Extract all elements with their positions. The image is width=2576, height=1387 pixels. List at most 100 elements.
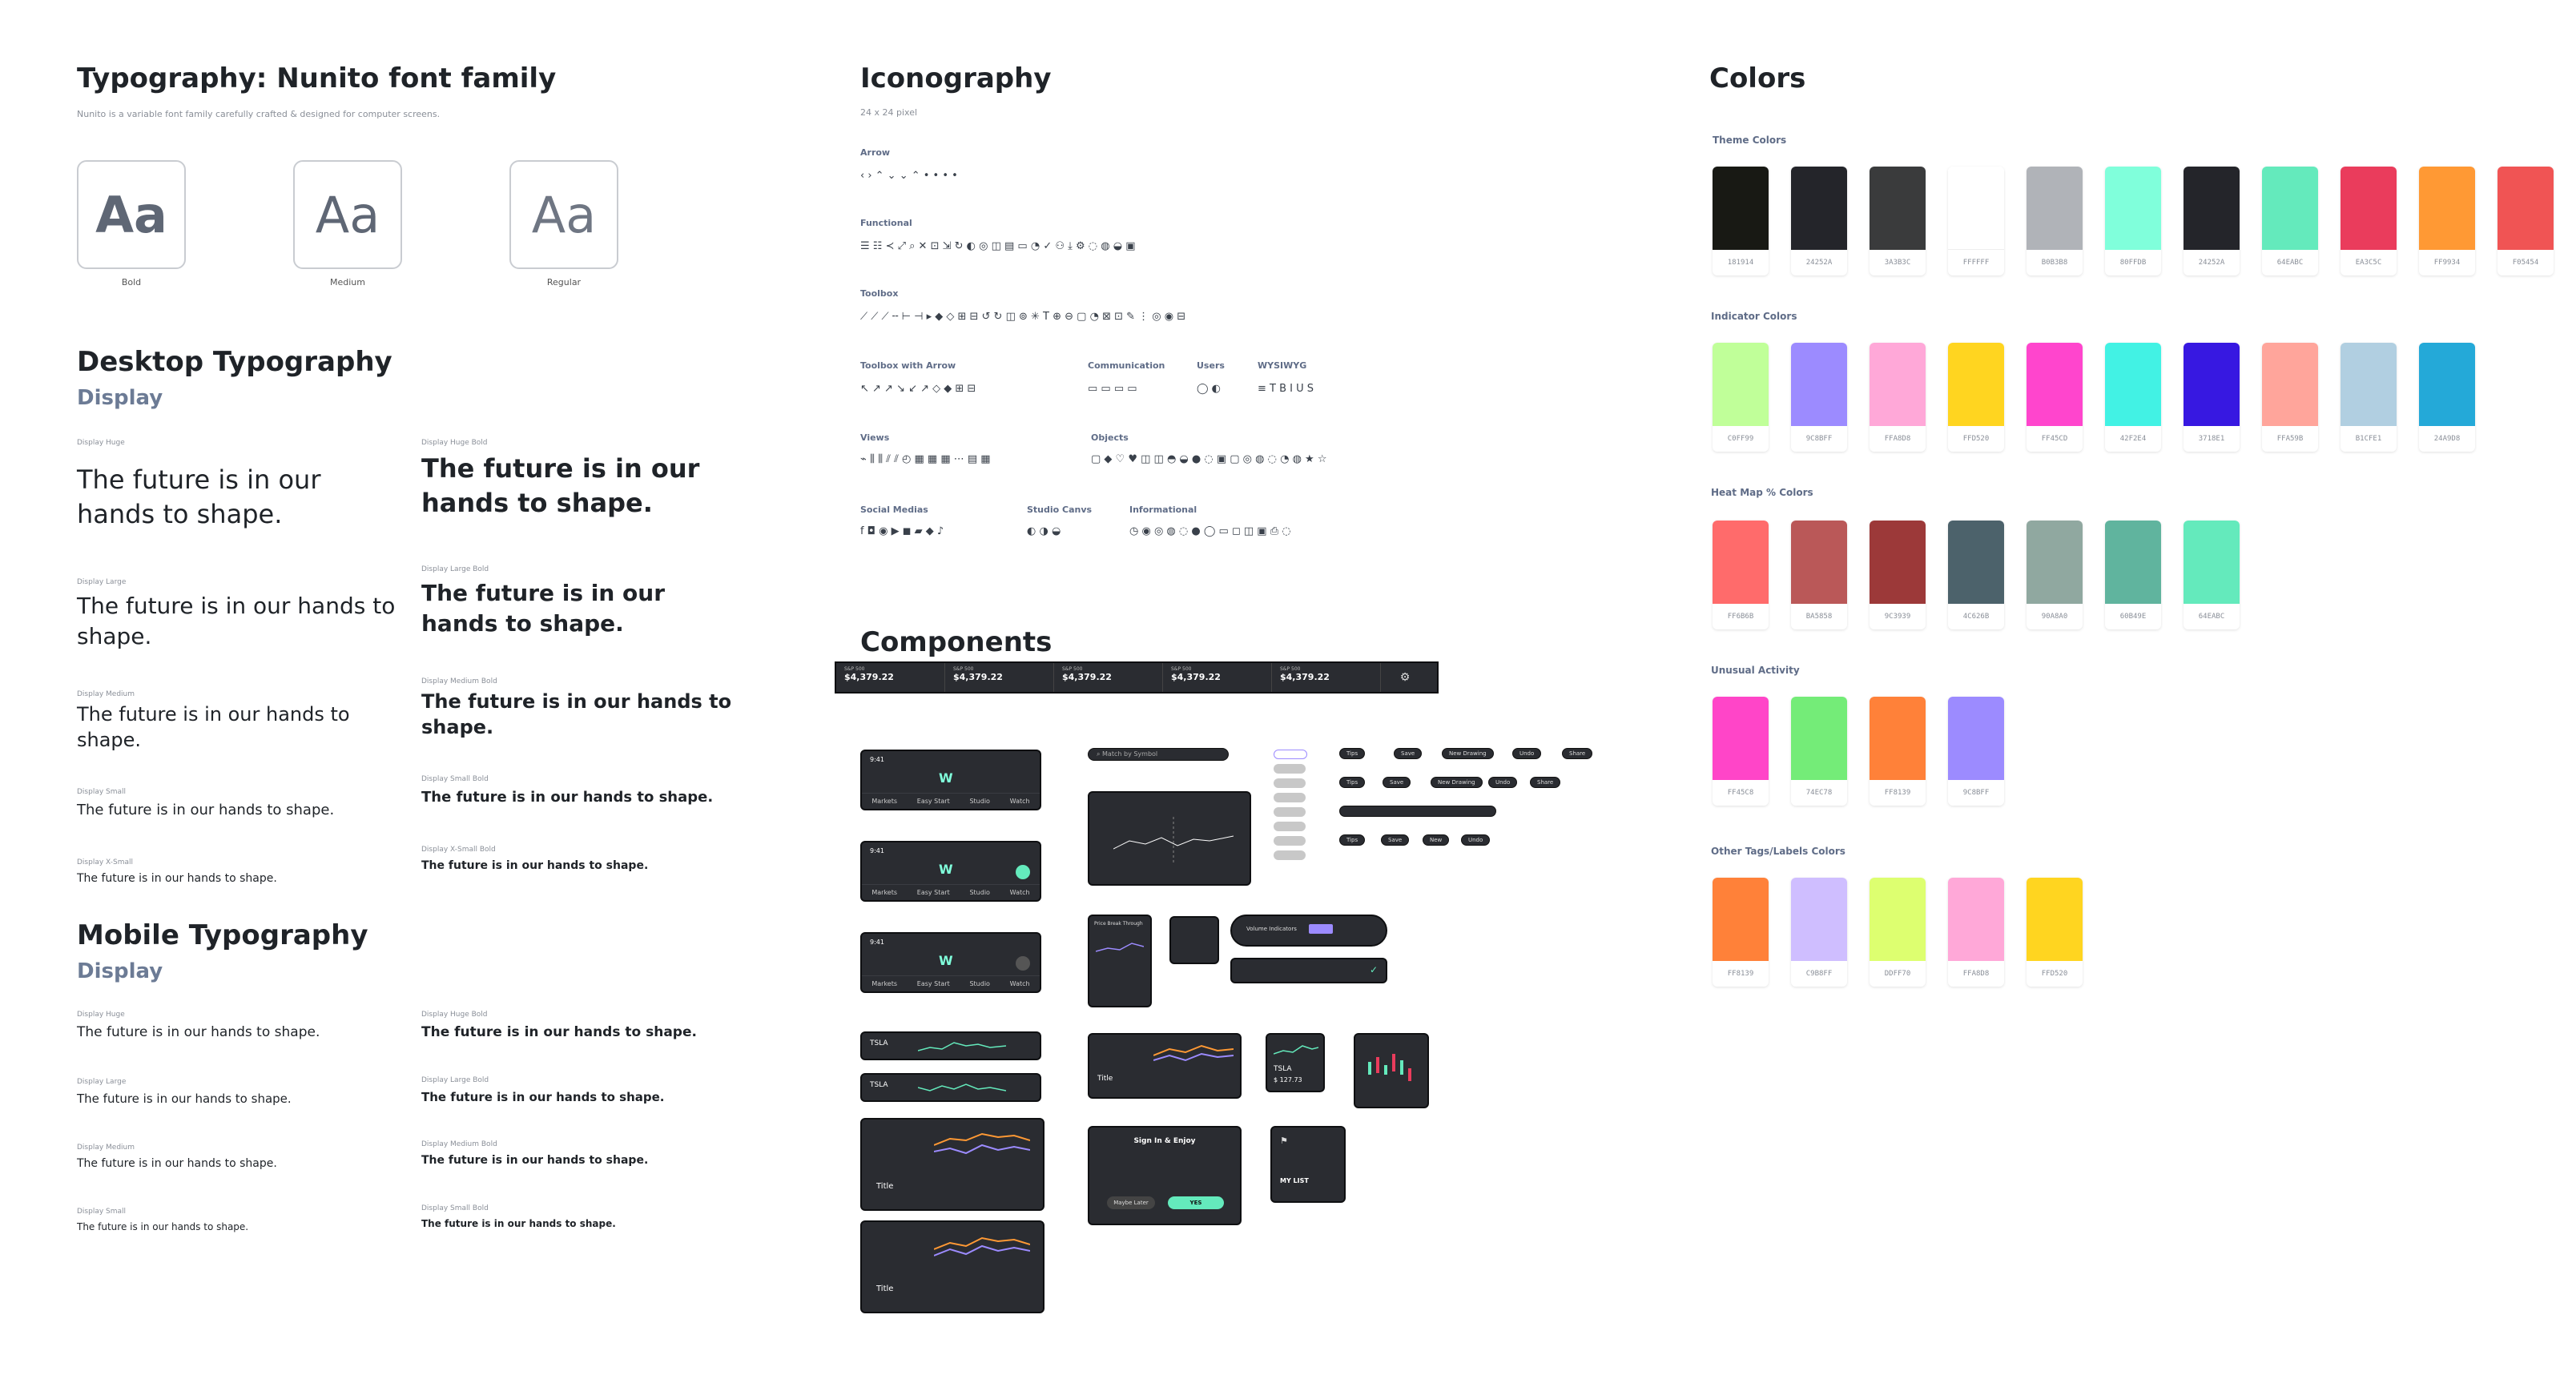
volume-selector[interactable]	[1309, 924, 1333, 934]
status-time: 9:41	[870, 847, 884, 854]
volume-indicators-toggle[interactable]: Volume Indicators	[1230, 915, 1387, 947]
swatch-color	[1870, 521, 1926, 604]
ticker-item[interactable]: S&P 500 $4,379.22	[1163, 663, 1272, 692]
nav-studio[interactable]: Studio	[969, 889, 989, 896]
color-swatch-theme: 181914	[1713, 167, 1769, 275]
toolbox-arrow-icons: ↖ ↗ ↗ ↘ ↙ ↗ ◇ ◆ ⊞ ⊟	[860, 383, 976, 395]
swatch-color	[1948, 697, 2004, 780]
nav-watch[interactable]: Watch	[1010, 980, 1030, 987]
icon-group-toolbox: Toolbox	[860, 288, 899, 299]
new-drawing-button[interactable]: New Drawing	[1431, 777, 1483, 788]
new-drawing-button[interactable]: New Drawing	[1442, 748, 1494, 759]
chart-lines-icon	[1153, 1044, 1234, 1062]
ticker-value: $4,379.22	[1062, 672, 1112, 682]
color-swatch-theme: 24252A	[1791, 167, 1847, 275]
nav-easy-start[interactable]: Easy Start	[917, 980, 950, 987]
ticker-item[interactable]: S&P 500 $4,379.22	[1272, 663, 1381, 692]
swatch-code: 3A3B3C	[1884, 259, 1911, 267]
tsla-row-2[interactable]: TSLA	[860, 1073, 1041, 1102]
mini-chart-panel[interactable]	[1169, 916, 1219, 964]
nav-easy-start[interactable]: Easy Start	[917, 889, 950, 896]
nav-watch[interactable]: Watch	[1010, 798, 1030, 805]
desktop-label-small-bold: Display Small Bold	[421, 775, 489, 783]
yes-button[interactable]: YES	[1168, 1196, 1224, 1209]
color-swatch-theme: FFFFFF	[1948, 167, 2004, 275]
swatch-color	[1713, 167, 1769, 250]
desktop-label-large: Display Large	[77, 578, 127, 586]
tag-pill[interactable]	[1274, 793, 1306, 802]
price-break-card[interactable]: Price Break Through	[1088, 915, 1152, 1007]
value-input[interactable]: ✓	[1230, 958, 1387, 983]
tsla-row-1[interactable]: TSLA	[860, 1031, 1041, 1060]
save-button[interactable]: Save	[1383, 777, 1411, 788]
undo-button[interactable]: Undo	[1461, 834, 1491, 846]
mobile-label-huge: Display Huge	[77, 1011, 125, 1019]
swatch-code: 42F2E4	[2119, 435, 2147, 443]
swatch-color	[2184, 167, 2240, 250]
swatch-code: FFD520	[2041, 970, 2068, 978]
tag-pill[interactable]	[1274, 764, 1306, 774]
nav-easy-start[interactable]: Easy Start	[917, 798, 950, 805]
indicator-colors-label: Indicator Colors	[1711, 311, 1797, 322]
arrow-icons: ‹ › ⌃ ⌄ ⌄ ⌃ • • • •	[860, 170, 958, 182]
color-swatch-heatmap: 9C3939	[1870, 521, 1926, 629]
mobile-label-large: Display Large	[77, 1078, 127, 1086]
theme-colors-label: Theme Colors	[1713, 135, 1787, 146]
save-button[interactable]: Save	[1381, 834, 1410, 846]
tag-pill[interactable]	[1274, 807, 1306, 817]
share-button[interactable]: Share	[1530, 777, 1561, 788]
nav-markets[interactable]: Markets	[871, 798, 897, 805]
tag-pill-active[interactable]	[1274, 750, 1307, 759]
ticker-item[interactable]: S&P 500 $4,379.22	[945, 663, 1054, 692]
sign-in-card: Sign In & Enjoy Maybe Later YES	[1088, 1126, 1242, 1225]
desktop-display-category: Display	[77, 386, 163, 410]
nav-studio[interactable]: Studio	[969, 798, 989, 805]
action-button[interactable]	[1016, 956, 1030, 971]
swatch-color	[2027, 878, 2083, 961]
chart-card-1[interactable]: Title	[860, 1118, 1044, 1211]
symbol-search-input[interactable]: ⌕ Match by Symbol	[1088, 748, 1229, 761]
ticker-settings-icon[interactable]: ⚙	[1381, 663, 1429, 692]
color-swatch-other: FFA8D8	[1948, 878, 2004, 987]
icon-group-arrow: Arrow	[860, 147, 891, 158]
color-swatch-indicator: B1CFE1	[2341, 343, 2397, 452]
check-icon: ✓	[1369, 964, 1378, 975]
tag-pill[interactable]	[1274, 822, 1306, 831]
undo-button[interactable]: Undo	[1488, 777, 1518, 788]
maybe-later-button[interactable]: Maybe Later	[1107, 1196, 1155, 1209]
tips-button[interactable]: Tips	[1339, 748, 1366, 759]
share-button[interactable]: Share	[1562, 748, 1593, 759]
tsla-tile[interactable]: TSLA $ 127.73	[1266, 1033, 1325, 1092]
nav-studio[interactable]: Studio	[969, 980, 989, 987]
nav-markets[interactable]: Markets	[871, 889, 897, 896]
tag-pill[interactable]	[1274, 836, 1306, 846]
sparkline-icon	[1274, 1045, 1318, 1055]
tag-pill[interactable]	[1274, 778, 1306, 788]
swatch-color	[2027, 167, 2083, 250]
action-button[interactable]	[1016, 865, 1030, 879]
swatch-color	[1870, 878, 1926, 961]
my-list-card[interactable]: ⚑ MY LIST	[1270, 1126, 1346, 1203]
ticker-item[interactable]: S&P 500 $4,379.22	[836, 663, 945, 692]
performance-card[interactable]: Title	[1088, 1033, 1242, 1099]
tips-button[interactable]: Tips	[1339, 777, 1366, 788]
font-medium-label: Medium	[330, 277, 365, 287]
chart-card-2[interactable]: Title	[860, 1220, 1044, 1313]
swatch-color	[2105, 167, 2161, 250]
new-button[interactable]: New	[1423, 834, 1450, 846]
nav-watch[interactable]: Watch	[1010, 889, 1030, 896]
tips-button[interactable]: Tips	[1339, 834, 1366, 846]
candlestick-tile[interactable]	[1354, 1033, 1429, 1108]
nav-markets[interactable]: Markets	[871, 980, 897, 987]
swatch-code: 181914	[1727, 259, 1754, 267]
swatch-color	[1713, 521, 1769, 604]
undo-button[interactable]: Undo	[1512, 748, 1542, 759]
line-chart-icon	[1113, 817, 1234, 865]
drawing-chart-panel[interactable]	[1088, 791, 1251, 886]
swatch-color	[2105, 343, 2161, 426]
tag-pill[interactable]	[1274, 850, 1306, 860]
save-button[interactable]: Save	[1394, 748, 1423, 759]
sign-in-title: Sign In & Enjoy	[1133, 1137, 1196, 1145]
ticker-item[interactable]: S&P 500 $4,379.22	[1054, 663, 1163, 692]
filter-chips-bar[interactable]	[1339, 806, 1496, 817]
